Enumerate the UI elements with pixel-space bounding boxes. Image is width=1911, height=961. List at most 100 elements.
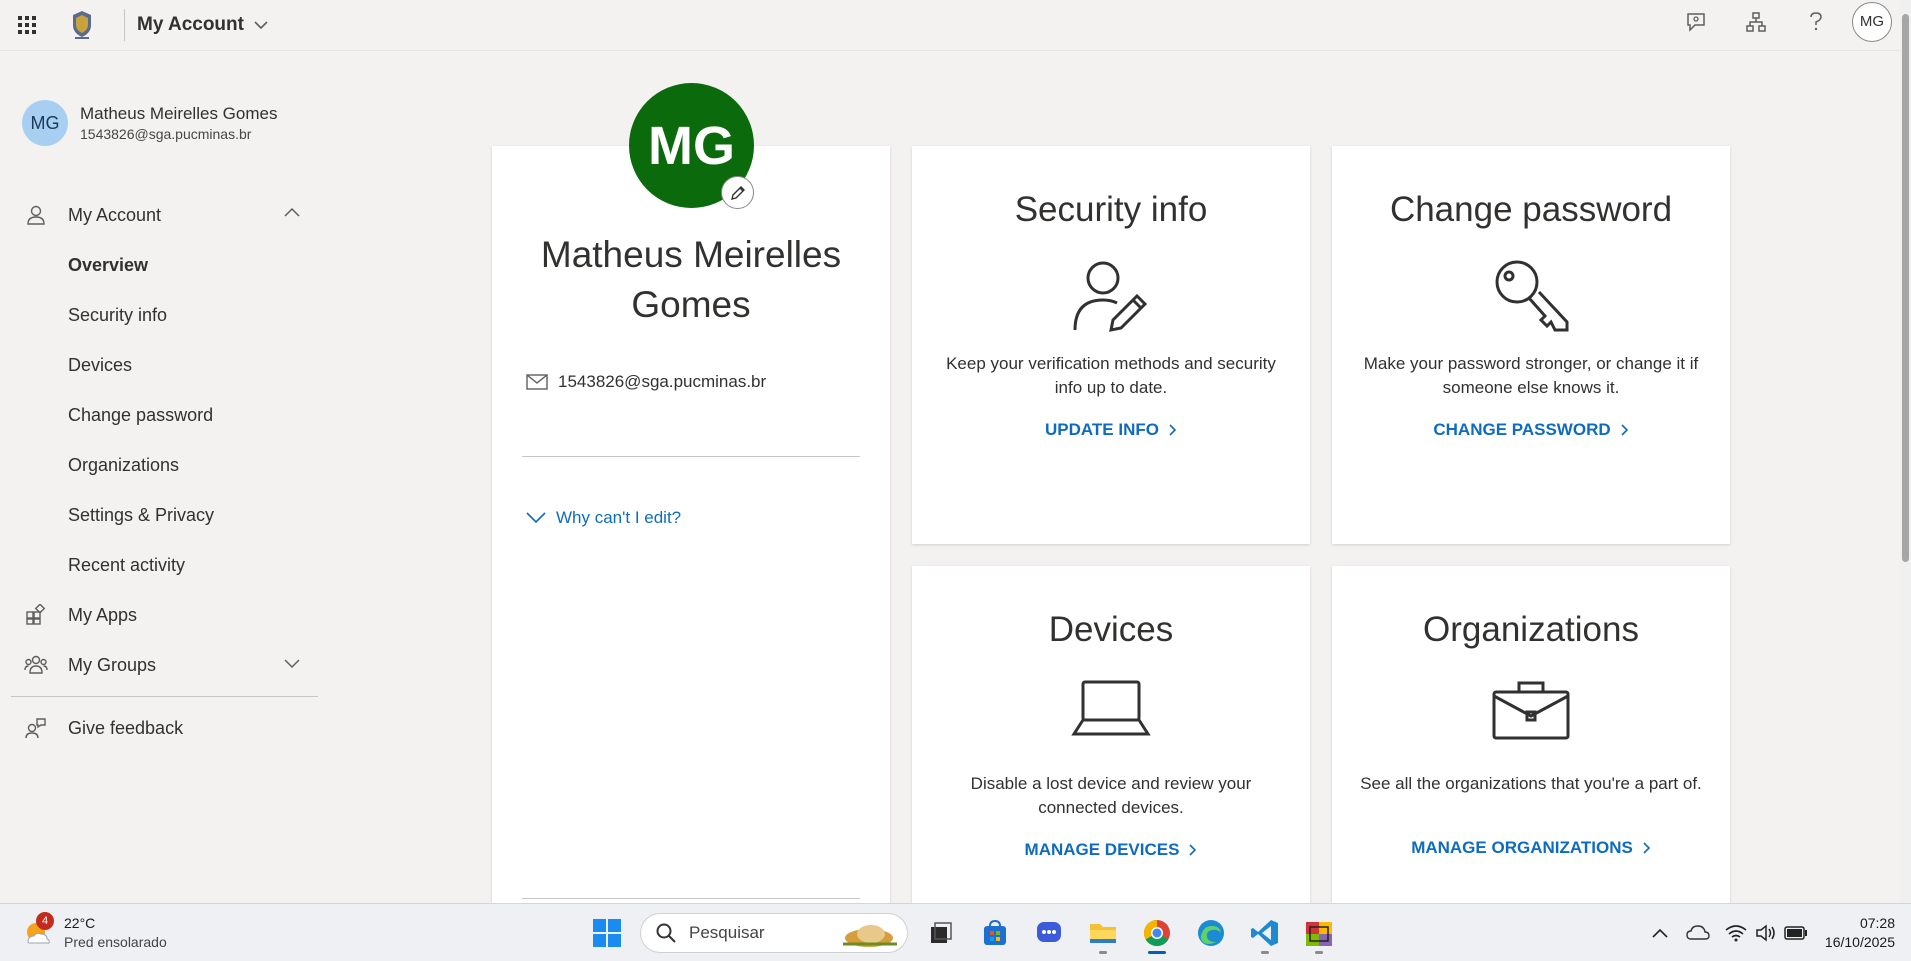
taskbar-chat-app[interactable] xyxy=(1022,911,1076,955)
account-initials: MG xyxy=(1859,13,1885,30)
taskbar-edge[interactable] xyxy=(1184,911,1238,955)
tile-title: Security info xyxy=(1014,190,1208,229)
tile-icon-wrapper xyxy=(1332,258,1730,334)
sidebar-item-organizations[interactable]: Organizations xyxy=(0,440,330,490)
manage-organizations-link[interactable]: MANAGE ORGANIZATIONS xyxy=(1332,838,1730,858)
active-indicator xyxy=(1148,951,1166,954)
tile-link-label: UPDATE INFO xyxy=(1045,420,1159,439)
organizations-tile: Organizations See all the organizations … xyxy=(1332,566,1730,903)
why-cant-edit-link[interactable]: Why can't I edit? xyxy=(526,508,681,528)
clock-time: 07:28 xyxy=(1859,915,1895,931)
color-grid-app-icon xyxy=(1306,922,1332,946)
weather-text: 22°C Pred ensolarado xyxy=(64,914,167,952)
app-launcher-button[interactable] xyxy=(0,4,54,46)
apps-icon xyxy=(22,601,50,629)
taskbar-app-colorful[interactable] xyxy=(1292,911,1346,955)
sidebar-item-recent-activity[interactable]: Recent activity xyxy=(0,540,330,590)
chat-icon xyxy=(1037,922,1061,942)
tile-description: Disable a lost device and review your co… xyxy=(970,774,1252,817)
tile-link-label: MANAGE ORGANIZATIONS xyxy=(1411,838,1633,857)
change-password-link[interactable]: CHANGE PASSWORD xyxy=(1332,420,1730,440)
clock-date: 16/10/2025 xyxy=(1824,934,1895,950)
sidebar-item-devices[interactable]: Devices xyxy=(0,340,330,390)
taskbar-store[interactable] xyxy=(968,911,1022,955)
vscode-icon xyxy=(1251,920,1278,946)
start-button[interactable] xyxy=(580,911,634,955)
weather-description: Pred ensolarado xyxy=(64,934,167,950)
organization-chart-button[interactable] xyxy=(1726,0,1786,43)
taskbar-file-explorer[interactable] xyxy=(1076,911,1130,955)
battery-button[interactable] xyxy=(1781,918,1811,948)
account-avatar-button[interactable]: MG xyxy=(1852,1,1892,42)
top-bar: My Account MG xyxy=(0,0,1900,51)
help-button[interactable] xyxy=(1786,0,1846,43)
user-edit-icon xyxy=(1073,261,1148,332)
profile-email: 1543826@sga.pucminas.br xyxy=(558,372,767,391)
chevron-down-icon xyxy=(254,20,268,29)
onedrive-button[interactable] xyxy=(1683,918,1713,948)
wifi-button[interactable] xyxy=(1721,918,1751,948)
organization-logo[interactable] xyxy=(64,7,100,43)
update-info-link[interactable]: UPDATE INFO xyxy=(912,420,1310,440)
search-placeholder: Pesquisar xyxy=(689,923,765,942)
tile-description: Keep your verification methods and secur… xyxy=(946,354,1276,397)
change-password-tile: Change password Make your password stron… xyxy=(1332,146,1730,544)
tile-title: Organizations xyxy=(1423,610,1639,649)
pencil-icon xyxy=(730,185,745,200)
chevron-right-icon xyxy=(1169,424,1177,436)
sidebar-item-security-info[interactable]: Security info xyxy=(0,290,330,340)
tile-icon-wrapper xyxy=(912,678,1310,738)
profile-bottom-divider xyxy=(522,898,860,899)
key-icon xyxy=(1495,260,1569,332)
tile-icon-wrapper xyxy=(912,258,1310,334)
taskbar-clock[interactable]: 07:28 16/10/2025 xyxy=(1825,914,1895,952)
running-indicator xyxy=(1261,951,1269,954)
page-scrollbar[interactable] xyxy=(1900,0,1911,903)
sidebar-item-label: My Account xyxy=(68,204,162,225)
scrollbar-thumb[interactable] xyxy=(1902,14,1909,562)
sidebar-item-my-account[interactable]: My Account xyxy=(0,190,330,240)
app-title-menu[interactable]: My Account xyxy=(137,14,268,36)
taskbar-search-box[interactable]: Pesquisar xyxy=(640,913,908,953)
chevron-down-icon xyxy=(284,659,300,669)
crest-logo-icon xyxy=(73,11,91,39)
chevron-right-icon xyxy=(1643,842,1650,854)
tile-title: Change password xyxy=(1389,190,1673,229)
sidebar-avatar: MG xyxy=(22,100,68,146)
feedback-button[interactable] xyxy=(1666,0,1726,43)
sidebar-item-settings-privacy[interactable]: Settings & Privacy xyxy=(0,490,330,540)
taskbar-vscode[interactable] xyxy=(1238,911,1292,955)
task-view-icon xyxy=(931,922,952,943)
chevron-right-icon xyxy=(1621,424,1628,436)
taskbar-task-view[interactable] xyxy=(914,911,968,955)
show-hidden-icons-button[interactable] xyxy=(1645,918,1675,948)
sidebar-item-my-groups[interactable]: My Groups xyxy=(0,640,330,690)
sidebar-item-my-apps[interactable]: My Apps xyxy=(0,590,330,640)
edit-photo-button[interactable] xyxy=(721,176,754,209)
groups-icon xyxy=(22,651,50,679)
battery-icon xyxy=(1784,926,1807,940)
profile-avatar-initials: MG xyxy=(648,115,735,176)
volume-button[interactable] xyxy=(1751,918,1781,948)
taskbar-chrome[interactable] xyxy=(1130,911,1184,955)
help-icon xyxy=(1810,11,1822,30)
sidebar-item-overview[interactable]: Overview xyxy=(0,240,330,290)
sidebar-item-give-feedback[interactable]: Give feedback xyxy=(0,703,330,753)
weather-widget[interactable]: 4 22°C Pred ensolarado xyxy=(22,912,167,952)
waffle-icon xyxy=(18,16,36,34)
speaker-icon xyxy=(1756,924,1775,942)
folder-icon xyxy=(1090,924,1116,943)
feedback-icon xyxy=(1687,12,1705,32)
manage-devices-link[interactable]: MANAGE DEVICES xyxy=(912,840,1310,860)
windows-taskbar: 4 22°C Pred ensolarado Pesquisar 07:28 1… xyxy=(0,903,1911,961)
sidebar-item-label: Give feedback xyxy=(68,717,184,738)
chevron-down-icon xyxy=(526,512,546,524)
sidebar-profile: MG Matheus Meirelles Gomes 1543826@sga.p… xyxy=(22,100,277,146)
system-tray: 07:28 16/10/2025 xyxy=(1645,912,1911,954)
app-title: My Account xyxy=(137,14,244,35)
tile-link-label: MANAGE DEVICES xyxy=(1024,840,1180,859)
sidebar-item-change-password[interactable]: Change password xyxy=(0,390,330,440)
profile-name: Matheus Meirelles Gomes xyxy=(540,234,842,325)
profile-email-row: 1543826@sga.pucminas.br xyxy=(526,372,766,392)
sidebar-item-label: My Apps xyxy=(68,604,138,625)
